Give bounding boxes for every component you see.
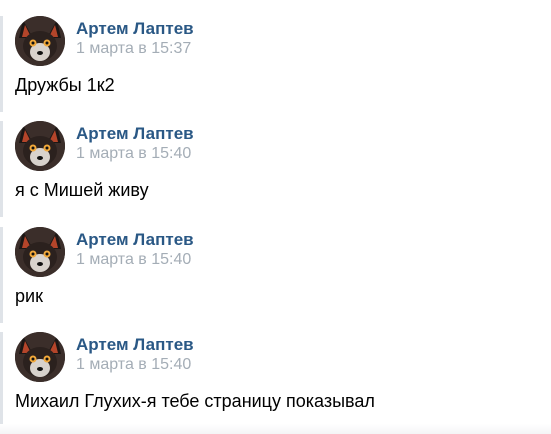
fox-avatar-icon: [15, 227, 65, 277]
message-text: Михаил Глухих-я тебе страницу показывал: [15, 391, 375, 411]
avatar[interactable]: [15, 16, 65, 66]
fox-avatar-icon: [15, 332, 65, 382]
fox-avatar-icon: [15, 16, 65, 66]
message-timestamp[interactable]: 1 марта в 15:37: [76, 40, 191, 58]
avatar[interactable]: [15, 227, 65, 277]
bottom-divider: [0, 424, 551, 434]
message-item: Артем Лаптев 1 марта в 15:37 Дружбы 1к2: [0, 16, 551, 112]
message-text: Дружбы 1к2: [15, 75, 115, 95]
author-name[interactable]: Артем Лаптев: [76, 19, 194, 39]
fox-avatar-icon: [15, 121, 65, 171]
message-item: Артем Лаптев 1 марта в 15:40 Михаил Глух…: [0, 332, 551, 428]
message-timestamp[interactable]: 1 марта в 15:40: [76, 145, 191, 163]
message-timestamp[interactable]: 1 марта в 15:40: [76, 356, 191, 374]
author-name[interactable]: Артем Лаптев: [76, 124, 194, 144]
author-name[interactable]: Артем Лаптев: [76, 230, 194, 250]
avatar[interactable]: [15, 332, 65, 382]
avatar[interactable]: [15, 121, 65, 171]
author-name[interactable]: Артем Лаптев: [76, 335, 194, 355]
message-text: рик: [15, 286, 43, 306]
message-item: Артем Лаптев 1 марта в 15:40 рик: [0, 227, 551, 323]
message-item: Артем Лаптев 1 марта в 15:40 я с Мишей ж…: [0, 121, 551, 217]
message-text: я с Мишей живу: [15, 180, 149, 200]
message-timestamp[interactable]: 1 марта в 15:40: [76, 251, 191, 269]
